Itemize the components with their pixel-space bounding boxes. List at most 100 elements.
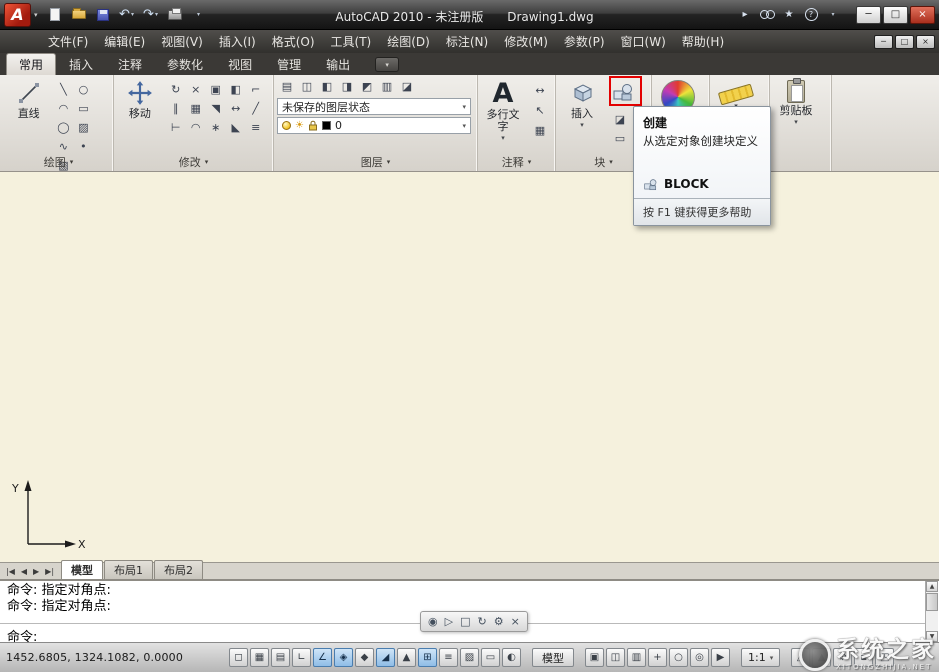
favorites-button[interactable]: ★ [780, 6, 798, 24]
tab-parametric[interactable]: 参数化 [155, 53, 215, 75]
mtext-button[interactable]: A 多行文字 ▾ [481, 77, 525, 151]
tab-insert[interactable]: 插入 [57, 53, 105, 75]
close-button[interactable]: × [910, 6, 935, 24]
layer-off-icon[interactable]: ◫ [297, 77, 317, 96]
panel-draw-footer[interactable]: 绘图 ▾ [4, 154, 113, 170]
model-paper-toggle[interactable]: ▣ [585, 648, 604, 667]
transparency-toggle[interactable]: ▨ [460, 648, 479, 667]
draw-arc-icon[interactable]: ◠ [53, 99, 73, 118]
modify-extend-icon[interactable]: ⊢ [166, 118, 186, 137]
undo-button[interactable]: ↶▾ [116, 4, 138, 26]
scroll-up-button[interactable]: ▲ [926, 581, 938, 592]
plot-button[interactable] [164, 4, 186, 26]
layer-freeze-icon[interactable]: ◨ [337, 77, 357, 96]
menu-edit[interactable]: 编辑(E) [96, 30, 153, 53]
menu-tools[interactable]: 工具(T) [323, 30, 380, 53]
previous-layout-button[interactable]: ◀ [18, 567, 30, 576]
modify-trim-icon[interactable]: ╱ [246, 99, 266, 118]
modify-break-icon[interactable]: ◠ [186, 118, 206, 137]
create-block-button[interactable] [608, 78, 638, 105]
dynamic-input-toggle[interactable]: ⊞ [418, 648, 437, 667]
draw-ellipse-icon[interactable]: ◯ [53, 118, 73, 137]
draw-rectangle-icon[interactable]: ▭ [73, 99, 93, 118]
loop-icon[interactable]: ↻ [477, 615, 486, 628]
search-button[interactable] [758, 6, 776, 24]
menu-parametric[interactable]: 参数(P) [556, 30, 613, 53]
drawing-canvas[interactable]: Y X [0, 172, 939, 562]
quick-properties-toggle[interactable]: ▭ [481, 648, 500, 667]
save-button[interactable] [92, 4, 114, 26]
menu-view[interactable]: 视图(V) [153, 30, 211, 53]
quick-view-drawings-icon[interactable]: ▥ [627, 648, 646, 667]
ortho-mode-toggle[interactable]: ∟ [292, 648, 311, 667]
block-attribute-icon[interactable]: ◪ [610, 110, 630, 129]
drawing-close-button[interactable]: × [916, 35, 935, 49]
tab-manage[interactable]: 管理 [265, 53, 313, 75]
model-space-button[interactable]: 模型 [532, 648, 574, 667]
linear-dimension-icon[interactable]: ↔ [528, 80, 552, 100]
maximize-button[interactable]: □ [883, 6, 908, 24]
3d-object-snap-toggle[interactable]: ◆ [355, 648, 374, 667]
object-snap-tracking-toggle[interactable]: ◢ [376, 648, 395, 667]
move-tool-button[interactable]: 移动 [117, 77, 163, 151]
close-icon[interactable]: × [511, 615, 520, 628]
draw-hatch-icon[interactable]: ▨ [73, 118, 93, 137]
leader-icon[interactable]: ↖ [528, 100, 552, 120]
selection-cycling-toggle[interactable]: ◐ [502, 648, 521, 667]
draw-circle-icon[interactable]: ○ [73, 80, 93, 99]
drawing-restore-button[interactable]: □ [895, 35, 914, 49]
play-icon[interactable]: ▷ [445, 615, 453, 628]
modify-mirror-icon[interactable]: ◧ [226, 80, 246, 99]
layout-tab-model[interactable]: 模型 [61, 560, 103, 579]
drawing-minimize-button[interactable]: ─ [874, 35, 893, 49]
tab-home[interactable]: 常用 [6, 53, 56, 75]
command-scrollbar[interactable]: ▲ ▼ [925, 581, 938, 642]
modify-chamfer-icon[interactable]: ◣ [226, 118, 246, 137]
layer-previous-icon[interactable]: ◪ [397, 77, 417, 96]
help-menu-button[interactable]: ▾ [824, 6, 842, 24]
settings-icon[interactable]: ⚙ [494, 615, 504, 628]
redo-button[interactable]: ↷▾ [140, 4, 162, 26]
draw-polyline-icon[interactable]: ╲ [53, 80, 73, 99]
modify-stretch-icon[interactable]: ↔ [226, 99, 246, 118]
tab-annotate[interactable]: 注释 [106, 53, 154, 75]
grid-display-toggle[interactable]: ▤ [271, 648, 290, 667]
insert-block-button[interactable]: 插入 ▾ [559, 77, 605, 151]
help-button[interactable]: ? [802, 6, 820, 24]
layer-state-dropdown[interactable]: 未保存的图层状态 ▾ [277, 98, 471, 115]
menu-window[interactable]: 窗口(W) [613, 30, 674, 53]
annotation-scale-button[interactable]: 1:1 ▾ [741, 648, 780, 667]
modify-copy-icon[interactable]: ▣ [206, 80, 226, 99]
minimize-button[interactable]: ─ [856, 6, 881, 24]
polar-tracking-toggle[interactable]: ∠ [313, 648, 332, 667]
panel-modify-footer[interactable]: 修改 ▾ [114, 154, 273, 170]
modify-lengthen-icon[interactable]: ≡ [246, 118, 266, 137]
modify-scale-icon[interactable]: ◥ [206, 99, 226, 118]
zoom-icon[interactable]: ○ [669, 648, 688, 667]
tab-output[interactable]: 输出 [314, 53, 362, 75]
layout-tab-layout1[interactable]: 布局1 [104, 560, 153, 579]
modify-rotate-icon[interactable]: ↻ [166, 80, 186, 99]
pan-icon[interactable]: + [648, 648, 667, 667]
infer-constraints-toggle[interactable]: ◻ [229, 648, 248, 667]
scrollbar-thumb[interactable] [926, 593, 938, 611]
menu-modify[interactable]: 修改(M) [496, 30, 556, 53]
lineweight-toggle[interactable]: ≡ [439, 648, 458, 667]
layer-isolate-icon[interactable]: ◧ [317, 77, 337, 96]
object-snap-toggle[interactable]: ◈ [334, 648, 353, 667]
show-motion-icon[interactable]: ▶ [711, 648, 730, 667]
modify-array-icon[interactable]: ▦ [186, 99, 206, 118]
first-layout-button[interactable]: |◀ [3, 567, 18, 576]
layer-match-icon[interactable]: ▥ [377, 77, 397, 96]
layer-properties-icon[interactable]: ▤ [277, 77, 297, 96]
menu-dimension[interactable]: 标注(N) [438, 30, 496, 53]
panel-layers-footer[interactable]: 图层 ▾ [274, 154, 477, 170]
record-icon[interactable]: ◉ [428, 615, 438, 628]
menu-draw[interactable]: 绘图(D) [379, 30, 438, 53]
menu-file[interactable]: 文件(F) [40, 30, 96, 53]
menu-insert[interactable]: 插入(I) [211, 30, 264, 53]
modify-offset-icon[interactable]: ∥ [166, 99, 186, 118]
layout-tab-layout2[interactable]: 布局2 [154, 560, 203, 579]
menu-help[interactable]: 帮助(H) [674, 30, 732, 53]
communication-center-button[interactable]: ▸ [736, 6, 754, 24]
